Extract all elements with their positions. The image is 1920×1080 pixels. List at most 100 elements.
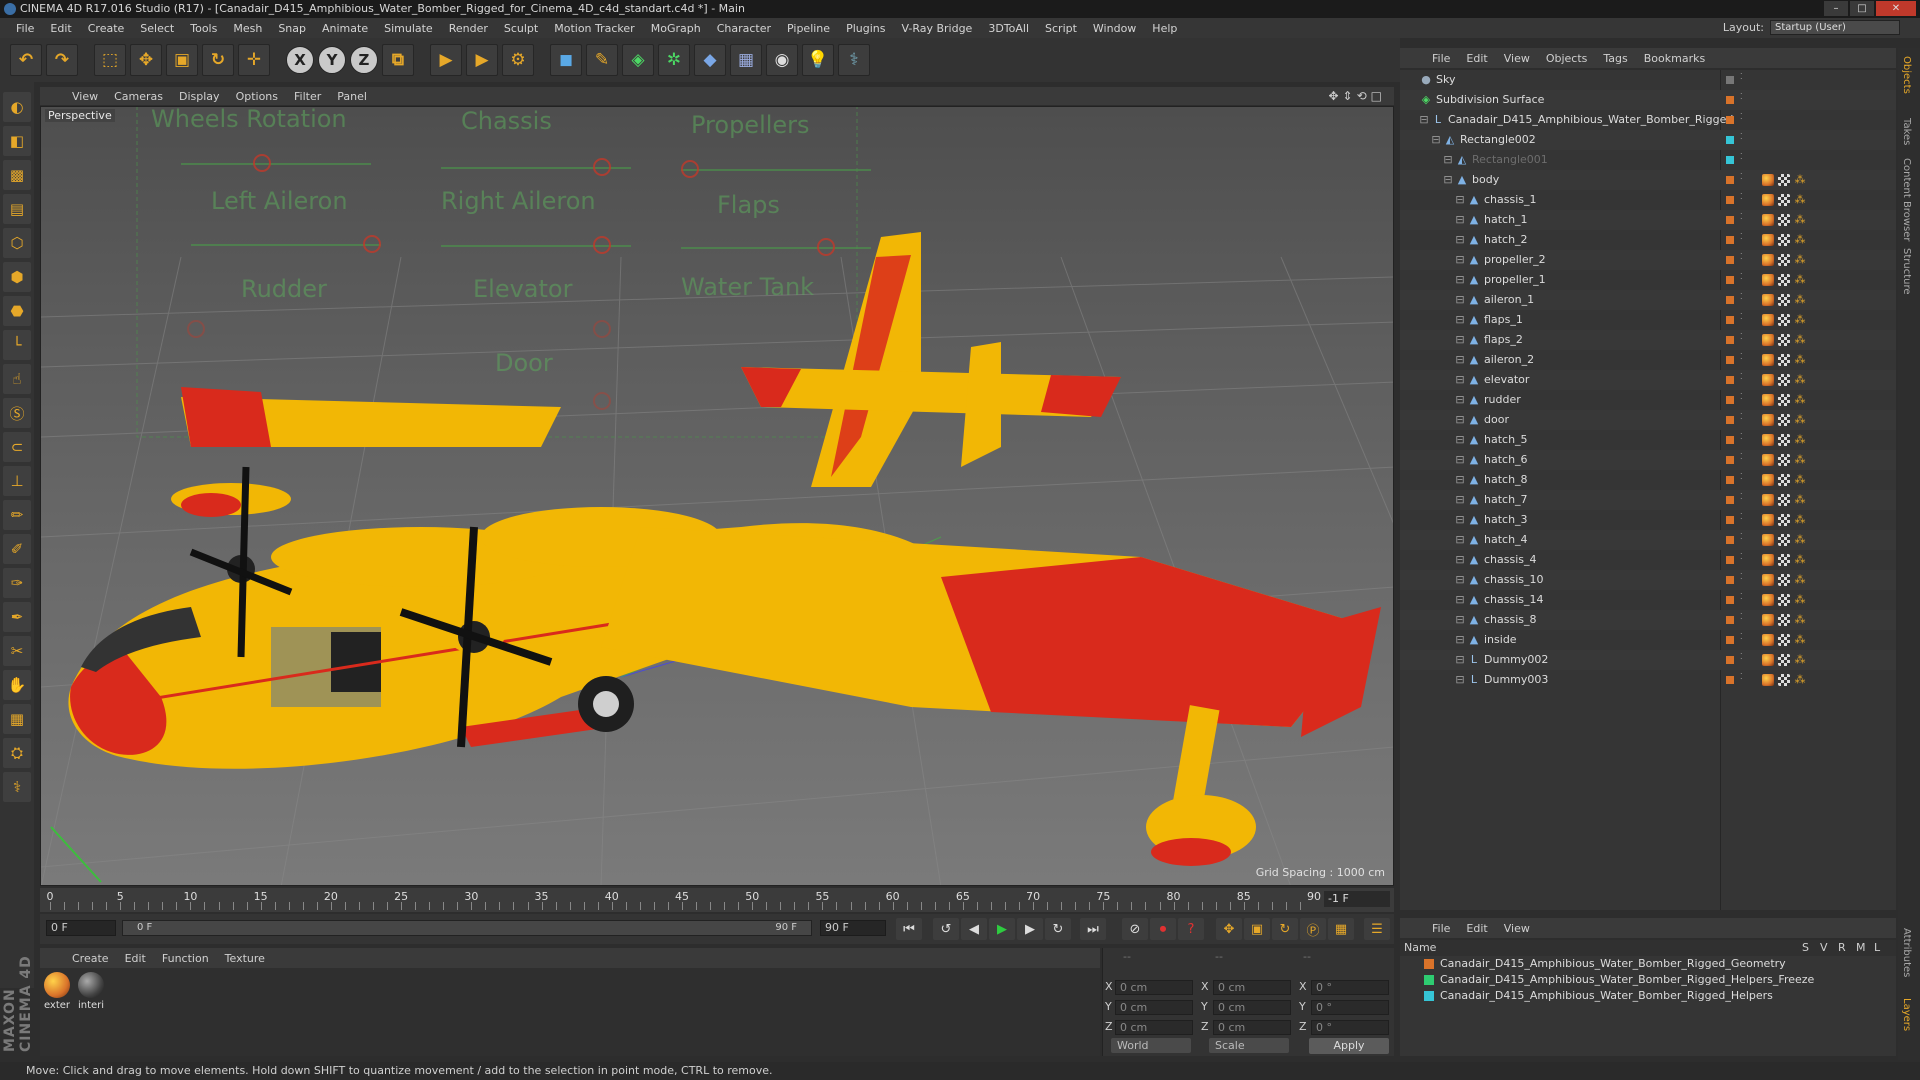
material-tag-icon[interactable]	[1762, 394, 1774, 406]
selection-tag-icon[interactable]: ⁂	[1794, 554, 1806, 566]
visibility-dots-icon[interactable]: ⁚	[1740, 312, 1748, 321]
object-row[interactable]: ⊟ ▲ chassis_1 ⁚ ⁂	[1400, 190, 1896, 210]
position-x-field[interactable]: 0 cm	[1115, 980, 1193, 995]
tree-expand-icon[interactable]: ⊟	[1454, 254, 1466, 266]
layer-col-render[interactable]: R	[1838, 941, 1846, 954]
position-z-field[interactable]: 0 cm	[1115, 1020, 1193, 1035]
selection-tag-icon[interactable]: ⁂	[1794, 534, 1806, 546]
object-row[interactable]: ⊟ ▲ body ⁚ ⁂	[1400, 170, 1896, 190]
visibility-dots-icon[interactable]: ⁚	[1740, 372, 1748, 381]
layer-flag[interactable]	[1726, 436, 1734, 444]
menu-mograph[interactable]: MoGraph	[643, 22, 709, 35]
key-rotation-icon[interactable]: ↻	[1272, 918, 1298, 940]
material-tag-icon[interactable]	[1762, 414, 1774, 426]
uvw-tag-icon[interactable]	[1778, 194, 1790, 206]
tree-expand-icon[interactable]: ⊟	[1454, 394, 1466, 406]
layer-flag[interactable]	[1726, 656, 1734, 664]
material-tag-icon[interactable]	[1762, 374, 1774, 386]
object-row[interactable]: ⊟ ◭ Rectangle002 ⁚	[1400, 130, 1896, 150]
object-row[interactable]: ⊟ ▲ propeller_2 ⁚ ⁂	[1400, 250, 1896, 270]
material-menu-function[interactable]: Function	[154, 952, 217, 965]
menu-pipeline[interactable]: Pipeline	[779, 22, 838, 35]
tree-expand-icon[interactable]: ⊟	[1454, 654, 1466, 666]
material-tag-icon[interactable]	[1762, 554, 1774, 566]
layer-flag[interactable]	[1726, 376, 1734, 384]
floor-icon[interactable]: ▦	[730, 44, 762, 76]
rig-slider-knob[interactable]	[593, 392, 611, 410]
layer-col-locked[interactable]: L	[1874, 941, 1880, 954]
frame-end-field[interactable]: -1 F	[1324, 891, 1390, 907]
tree-expand-icon[interactable]: ⊟	[1430, 134, 1442, 146]
visibility-dots-icon[interactable]: ⁚	[1740, 552, 1748, 561]
go-to-start-icon[interactable]: ⏮	[896, 918, 922, 940]
material-tag-icon[interactable]	[1762, 574, 1774, 586]
uvw-tag-icon[interactable]	[1778, 674, 1790, 686]
menu-simulate[interactable]: Simulate	[376, 22, 441, 35]
selection-tag-icon[interactable]: ⁂	[1794, 314, 1806, 326]
tree-expand-icon[interactable]: ⊟	[1454, 554, 1466, 566]
material-menu-create[interactable]: Create	[64, 952, 117, 965]
menu-3dtoall[interactable]: 3DToAll	[980, 22, 1037, 35]
layer-flag[interactable]	[1726, 456, 1734, 464]
tree-expand-icon[interactable]: ⊟	[1454, 194, 1466, 206]
menu-mesh[interactable]: Mesh	[225, 22, 270, 35]
viewport-navigation-icons[interactable]: ✥⇕⟲□	[1328, 89, 1386, 103]
selection-tag-icon[interactable]: ⁂	[1794, 394, 1806, 406]
layer-flag[interactable]	[1726, 296, 1734, 304]
layer-flag[interactable]	[1726, 636, 1734, 644]
material-tag-icon[interactable]	[1762, 654, 1774, 666]
autokeying-icon[interactable]: ⏺	[1150, 918, 1176, 940]
menu-vray-bridge[interactable]: V-Ray Bridge	[893, 22, 980, 35]
rotation-h-field[interactable]: 0 °	[1311, 980, 1389, 995]
tree-expand-icon[interactable]: ⊟	[1454, 314, 1466, 326]
material-tag-icon[interactable]	[1762, 254, 1774, 266]
next-frame-icon[interactable]: ▶	[1017, 918, 1043, 940]
object-row[interactable]: ⊟ ▲ hatch_3 ⁚ ⁂	[1400, 510, 1896, 530]
object-row[interactable]: ◈ Subdivision Surface ⁚	[1400, 90, 1896, 110]
selection-tag-icon[interactable]: ⁂	[1794, 514, 1806, 526]
maximize-button[interactable]: □	[1850, 1, 1874, 16]
material-tag-icon[interactable]	[1762, 514, 1774, 526]
uvw-tag-icon[interactable]	[1778, 554, 1790, 566]
layer-col-manager[interactable]: M	[1856, 941, 1866, 954]
render-view-icon[interactable]: ▶	[430, 44, 462, 76]
object-row[interactable]: ⊟ ▲ rudder ⁚ ⁂	[1400, 390, 1896, 410]
uvw-tag-icon[interactable]	[1778, 234, 1790, 246]
size-x-field[interactable]: 0 cm	[1213, 980, 1291, 995]
y-axis-lock-button[interactable]: Y	[318, 46, 346, 74]
object-row[interactable]: ⊟ ▲ propeller_1 ⁚ ⁂	[1400, 270, 1896, 290]
render-picture-viewer-icon[interactable]: ▶	[466, 44, 498, 76]
axis-mode-icon[interactable]: └	[3, 330, 31, 360]
visibility-dots-icon[interactable]: ⁚	[1740, 492, 1748, 501]
object-row[interactable]: ⊟ ▲ chassis_8 ⁚ ⁂	[1400, 610, 1896, 630]
texture-mode-icon[interactable]: ▩	[3, 160, 31, 190]
layer-flag[interactable]	[1726, 536, 1734, 544]
layer-color-swatch[interactable]	[1424, 975, 1434, 985]
material-tag-icon[interactable]	[1762, 674, 1774, 686]
object-menu-objects[interactable]: Objects	[1538, 52, 1596, 65]
visibility-dots-icon[interactable]: ⁚	[1740, 652, 1748, 661]
layer-row[interactable]: Canadair_D415_Amphibious_Water_Bomber_Ri…	[1400, 956, 1896, 972]
uvw-tag-icon[interactable]	[1778, 654, 1790, 666]
layer-flag[interactable]	[1726, 196, 1734, 204]
go-to-end-icon[interactable]: ⏭	[1080, 918, 1106, 940]
minimize-button[interactable]: –	[1824, 1, 1848, 16]
workplane-axis-icon[interactable]: ⊥	[3, 466, 31, 496]
selection-tag-icon[interactable]: ⁂	[1794, 574, 1806, 586]
selection-tag-icon[interactable]: ⁂	[1794, 334, 1806, 346]
visibility-dots-icon[interactable]: ⁚	[1740, 592, 1748, 601]
tree-expand-icon[interactable]: ⊟	[1454, 634, 1466, 646]
object-row[interactable]: ⊟ ▲ hatch_2 ⁚ ⁂	[1400, 230, 1896, 250]
object-menu-bookmarks[interactable]: Bookmarks	[1636, 52, 1713, 65]
selection-tag-icon[interactable]: ⁂	[1794, 654, 1806, 666]
object-row[interactable]: ⊟ ▲ hatch_4 ⁚ ⁂	[1400, 530, 1896, 550]
layer-flag[interactable]	[1726, 176, 1734, 184]
layer-flag[interactable]	[1726, 256, 1734, 264]
key-scale-icon[interactable]: ▣	[1244, 918, 1270, 940]
close-button[interactable]: ✕	[1876, 1, 1916, 16]
visibility-dots-icon[interactable]: ⁚	[1740, 132, 1748, 141]
tree-expand-icon[interactable]: ⊟	[1454, 294, 1466, 306]
material-tag-icon[interactable]	[1762, 294, 1774, 306]
sculpt-inflate-icon[interactable]: ✒	[3, 602, 31, 632]
uvw-tag-icon[interactable]	[1778, 174, 1790, 186]
